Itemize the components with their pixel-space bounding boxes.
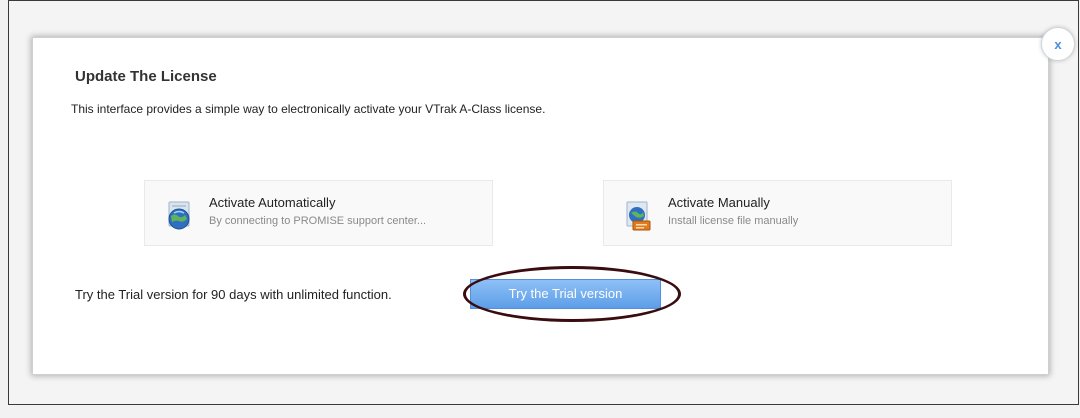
option-title: Activate Automatically	[209, 195, 336, 210]
activate-manually-option[interactable]: Activate Manually Install license file m…	[603, 180, 952, 246]
update-license-dialog: Update The License This interface provid…	[32, 37, 1049, 375]
activate-automatically-option[interactable]: Activate Automatically By connecting to …	[144, 180, 493, 246]
globe-icon	[168, 201, 190, 230]
try-trial-button[interactable]: Try the Trial version	[470, 279, 661, 309]
close-button[interactable]: x	[1041, 27, 1075, 61]
dialog-title: Update The License	[75, 68, 217, 85]
option-subtitle: Install license file manually	[668, 216, 799, 227]
option-title: Activate Manually	[668, 195, 770, 210]
trial-description: Try the Trial version for 90 days with u…	[75, 287, 392, 302]
license-file-icon	[626, 201, 651, 231]
dialog-description: This interface provides a simple way to …	[71, 102, 546, 116]
option-subtitle: By connecting to PROMISE support center.…	[209, 216, 427, 227]
